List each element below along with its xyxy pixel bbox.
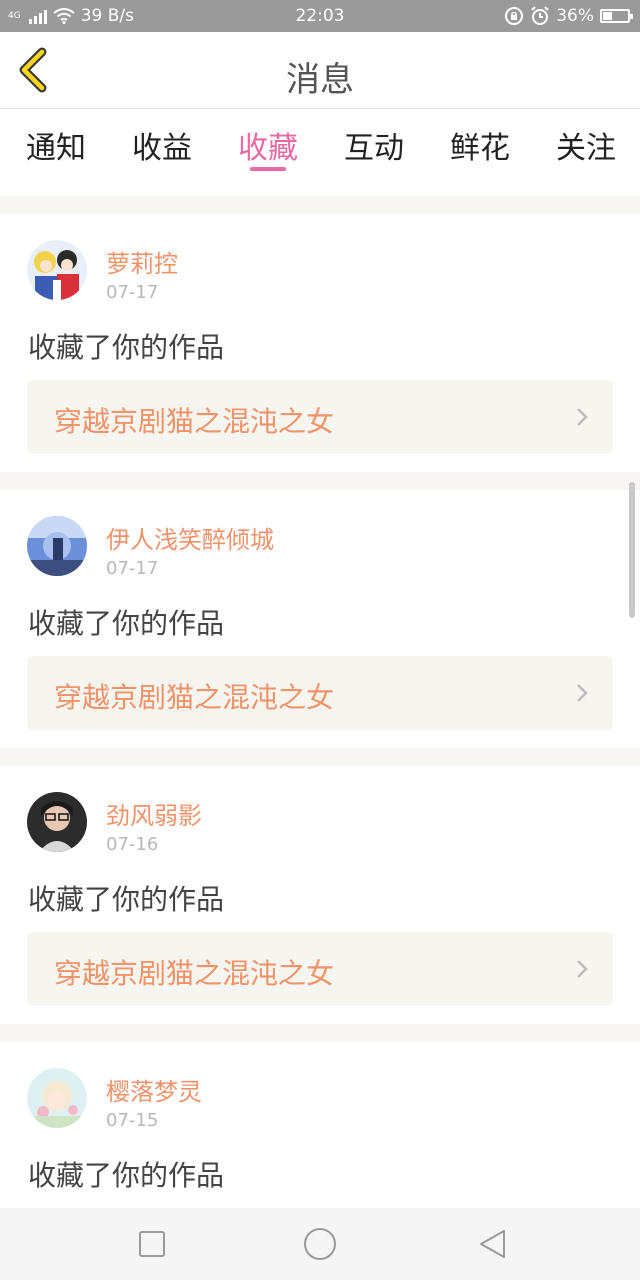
work-link[interactable]: 穿越京剧猫之混沌之女 (27, 932, 613, 1006)
divider (0, 472, 640, 490)
tab-follow[interactable]: 关注 (556, 123, 616, 167)
message-text: 收藏了你的作品 (28, 1159, 225, 1192)
rotation-lock-icon (505, 7, 524, 25)
tab-notification[interactable]: 通知 (26, 123, 86, 167)
battery-fill (603, 12, 613, 20)
battery-percent: 36% (556, 6, 594, 26)
message-text: 收藏了你的作品 (28, 331, 225, 364)
work-title: 穿越京剧猫之混沌之女 (54, 957, 335, 990)
message-card: 劲风弱影 07-16 收藏了你的作品 穿越京剧猫之混沌之女 (0, 766, 640, 1024)
message-date: 07-17 (106, 558, 159, 579)
alarm-icon (531, 6, 549, 25)
message-date: 07-15 (106, 1110, 159, 1131)
status-bar: 4G 39 B/s 22:03 36% (0, 0, 640, 32)
work-link[interactable]: 穿越京剧猫之混沌之女 (27, 380, 613, 454)
system-nav-bar (0, 1208, 640, 1280)
work-link[interactable]: 穿越京剧猫之混沌之女 (27, 656, 613, 730)
avatar[interactable] (27, 516, 87, 576)
page-title: 消息 (286, 60, 354, 100)
work-title: 穿越京剧猫之混沌之女 (54, 681, 335, 714)
circle-icon[interactable] (302, 1226, 338, 1262)
message-date: 07-16 (106, 834, 159, 855)
scrollbar[interactable] (629, 482, 635, 618)
header: 消息 (0, 32, 640, 109)
divider (0, 748, 640, 766)
avatar[interactable] (27, 1068, 87, 1128)
status-right: 36% (504, 6, 633, 26)
message-text: 收藏了你的作品 (28, 607, 225, 640)
chevron-right-icon (577, 960, 588, 978)
tab-income[interactable]: 收益 (132, 123, 192, 167)
tab-favorites[interactable]: 收藏 (238, 123, 298, 167)
user-name[interactable]: 伊人浅笑醉倾城 (106, 520, 274, 555)
triangle-back-icon[interactable] (476, 1228, 508, 1260)
active-tab-indicator (250, 167, 286, 171)
avatar[interactable] (27, 792, 87, 852)
avatar[interactable] (27, 240, 87, 300)
message-card: 伊人浅笑醉倾城 07-17 收藏了你的作品 穿越京剧猫之混沌之女 (0, 490, 640, 748)
chevron-right-icon (577, 408, 588, 426)
message-card: 萝莉控 07-17 收藏了你的作品 穿越京剧猫之混沌之女 (0, 214, 640, 472)
square-icon[interactable] (136, 1228, 168, 1260)
message-card: 樱落梦灵 07-15 收藏了你的作品 (0, 1042, 640, 1208)
tab-interaction[interactable]: 互动 (344, 123, 404, 167)
battery-icon (600, 9, 633, 23)
tab-bar: 通知 收益 收藏 互动 鲜花 关注 (0, 109, 640, 193)
divider (0, 1024, 640, 1042)
message-text: 收藏了你的作品 (28, 883, 225, 916)
user-name[interactable]: 樱落梦灵 (106, 1072, 202, 1107)
tab-flowers[interactable]: 鲜花 (450, 123, 510, 167)
chevron-right-icon (577, 684, 588, 702)
divider (0, 196, 640, 214)
user-name[interactable]: 劲风弱影 (106, 796, 202, 831)
work-title: 穿越京剧猫之混沌之女 (54, 405, 335, 438)
message-date: 07-17 (106, 282, 159, 303)
user-name[interactable]: 萝莉控 (106, 244, 178, 279)
